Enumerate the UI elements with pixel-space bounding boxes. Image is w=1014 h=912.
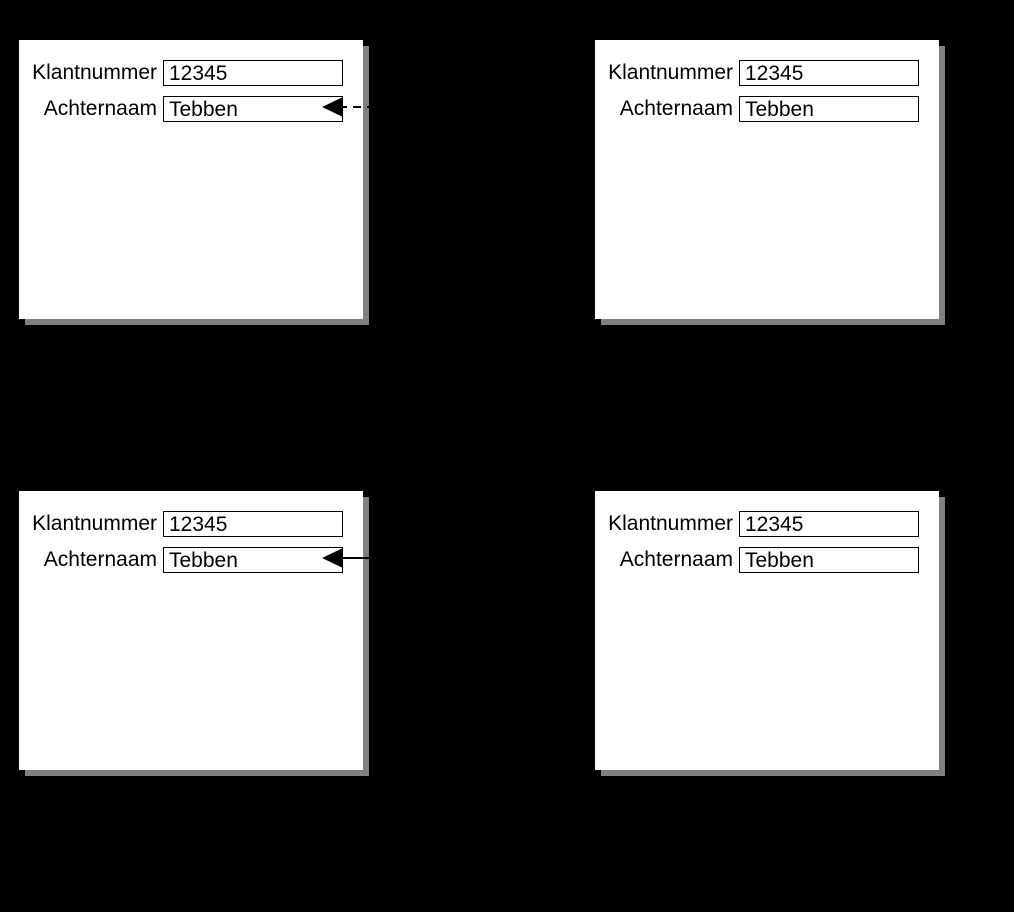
achternaam-label-bl: Achternaam	[29, 548, 157, 572]
panel-tl: Klantnummer 12345 Achternaam Tebben	[19, 40, 363, 319]
klantnummer-label-bl: Klantnummer	[29, 512, 157, 536]
achternaam-label-tl: Achternaam	[29, 97, 157, 121]
achternaam-label-tr: Achternaam	[605, 97, 733, 121]
field-row-achternaam-tr: Achternaam Tebben	[595, 94, 939, 124]
klantnummer-input-tl[interactable]: 12345	[163, 60, 343, 86]
achternaam-label-br: Achternaam	[605, 548, 733, 572]
achternaam-input-tr[interactable]: Tebben	[739, 96, 919, 122]
field-row-klantnummer-br: Klantnummer 12345	[595, 509, 939, 539]
field-row-klantnummer-tr: Klantnummer 12345	[595, 58, 939, 88]
achternaam-input-bl[interactable]: Tebben	[163, 547, 343, 573]
field-row-klantnummer-bl: Klantnummer 12345	[19, 509, 363, 539]
achternaam-input-tl[interactable]: Tebben	[163, 96, 343, 122]
field-row-klantnummer-tl: Klantnummer 12345	[19, 58, 363, 88]
klantnummer-label-tl: Klantnummer	[29, 61, 157, 85]
field-row-achternaam-tl: Achternaam Tebben	[19, 94, 363, 124]
klantnummer-input-tr[interactable]: 12345	[739, 60, 919, 86]
panel-tr: Klantnummer 12345 Achternaam Tebben	[595, 40, 939, 319]
field-row-achternaam-bl: Achternaam Tebben	[19, 545, 363, 575]
panel-br: Klantnummer 12345 Achternaam Tebben	[595, 491, 939, 770]
field-row-achternaam-br: Achternaam Tebben	[595, 545, 939, 575]
klantnummer-label-tr: Klantnummer	[605, 61, 733, 85]
klantnummer-label-br: Klantnummer	[605, 512, 733, 536]
achternaam-input-br[interactable]: Tebben	[739, 547, 919, 573]
klantnummer-input-bl[interactable]: 12345	[163, 511, 343, 537]
klantnummer-input-br[interactable]: 12345	[739, 511, 919, 537]
panel-bl: Klantnummer 12345 Achternaam Tebben	[19, 491, 363, 770]
